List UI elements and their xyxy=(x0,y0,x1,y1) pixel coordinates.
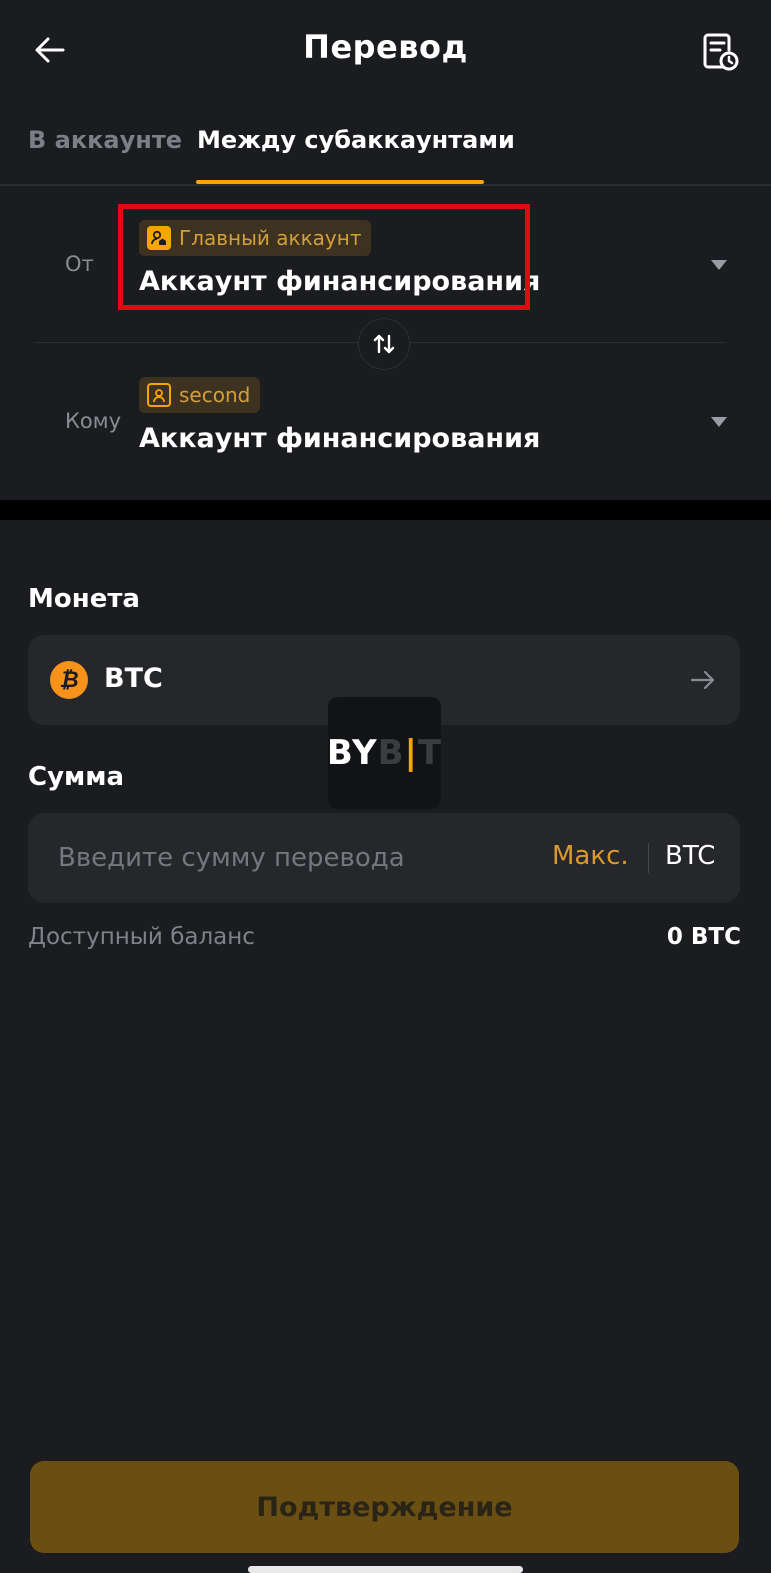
active-tab-indicator xyxy=(196,180,484,184)
from-badge-text: Главный аккаунт xyxy=(179,226,362,250)
sub-account-icon xyxy=(147,383,171,407)
to-dropdown-caret-icon[interactable] xyxy=(711,417,727,427)
coin-symbol: BTC xyxy=(104,663,163,694)
page-title: Перевод xyxy=(303,28,468,66)
transfer-tabs: В аккаунте Между субаккаунтами xyxy=(0,110,771,186)
history-document-icon xyxy=(703,33,739,71)
section-separator xyxy=(0,500,771,520)
from-account-name[interactable]: Аккаунт финансирования xyxy=(139,266,540,297)
amount-label: Сумма xyxy=(28,762,125,792)
from-label: От xyxy=(65,252,94,276)
to-badge-text: second xyxy=(179,383,251,407)
swap-arrows-icon xyxy=(373,334,395,354)
available-balance-value: 0 BTC xyxy=(666,924,741,950)
confirm-button[interactable]: Подтверждение xyxy=(30,1461,739,1553)
arrow-right-icon xyxy=(690,670,715,690)
coin-label: Монета xyxy=(28,584,140,614)
amount-unit: BTC xyxy=(665,841,716,871)
btc-icon: ₿ xyxy=(50,661,88,699)
tab-between-subaccounts[interactable]: Между субаккаунтами xyxy=(197,126,515,154)
header: Перевод xyxy=(0,0,771,100)
bybit-watermark-logo: BYB|T xyxy=(327,697,441,809)
accounts-panel: От Главный аккаунт Аккаунт финансировани… xyxy=(0,188,771,500)
tab-in-account[interactable]: В аккаунте xyxy=(28,126,182,154)
transfer-screen: Перевод В аккаунте Между субаккаунтами О… xyxy=(0,0,771,1573)
history-button[interactable] xyxy=(694,26,746,78)
home-indicator xyxy=(248,1566,523,1573)
from-account-badge: Главный аккаунт xyxy=(139,220,372,256)
to-account-badge: second xyxy=(139,377,261,413)
max-button[interactable]: Макс. xyxy=(552,841,629,871)
amount-divider xyxy=(648,843,649,873)
amount-field: Макс. BTC xyxy=(28,813,740,903)
available-balance-label: Доступный баланс xyxy=(28,924,255,950)
to-account-name[interactable]: Аккаунт финансирования xyxy=(139,423,540,454)
swap-button[interactable] xyxy=(358,318,410,370)
amount-input[interactable] xyxy=(58,833,558,883)
from-dropdown-caret-icon[interactable] xyxy=(711,260,727,270)
main-account-icon xyxy=(147,226,171,250)
to-label: Кому xyxy=(65,409,122,433)
